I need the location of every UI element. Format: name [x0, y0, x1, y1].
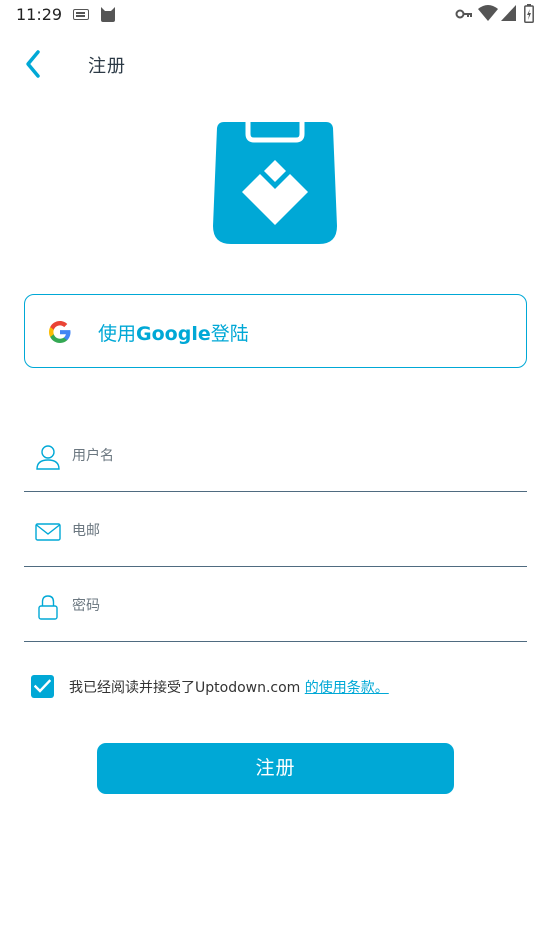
google-g-icon: [49, 321, 71, 343]
wifi-icon: [478, 5, 498, 21]
vpn-key-icon: [455, 9, 472, 19]
terms-checkbox[interactable]: [31, 675, 54, 698]
google-login-button[interactable]: 使用Google登陆: [24, 294, 527, 368]
page-title: 注册: [88, 56, 126, 77]
cat-icon: [101, 7, 115, 22]
password-input[interactable]: [72, 592, 512, 620]
battery-icon: [524, 4, 534, 23]
keyboard-icon: [73, 9, 89, 20]
back-button[interactable]: [18, 46, 52, 82]
chevron-left-icon: [26, 50, 40, 78]
uptodown-logo: [213, 122, 337, 244]
username-input[interactable]: [72, 442, 512, 470]
register-button[interactable]: 注册: [97, 743, 454, 794]
lock-icon: [38, 595, 58, 620]
google-login-label: 使用Google登陆: [98, 323, 249, 345]
email-input[interactable]: [72, 517, 512, 545]
status-bar: 11:29: [0, 0, 550, 30]
email-field: [24, 507, 527, 567]
password-field: [24, 582, 527, 642]
user-icon: [36, 445, 60, 470]
status-time: 11:29: [16, 5, 63, 24]
username-field: [24, 432, 527, 492]
terms-text: 我已经阅读并接受了Uptodown.com 的使用条款。: [69, 680, 389, 696]
check-icon: [34, 679, 51, 693]
signal-icon: [501, 5, 516, 21]
mail-icon: [35, 523, 61, 541]
terms-link[interactable]: 的使用条款。: [305, 680, 389, 696]
